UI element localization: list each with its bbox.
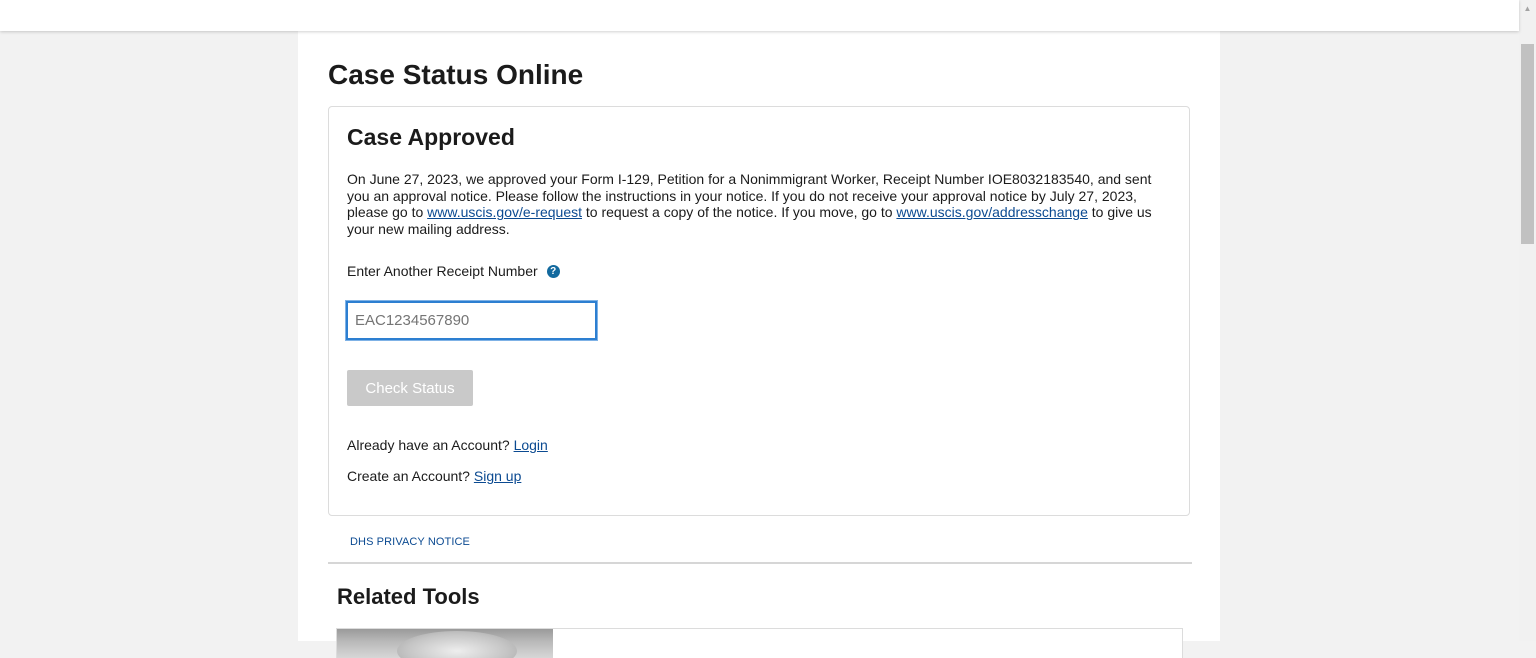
main-content: Case Status Online Case Approved On June… [298,31,1220,658]
login-link[interactable]: Login [514,437,548,453]
case-desc-text-2: to request a copy of the notice. If you … [582,204,897,221]
section-divider [328,562,1192,564]
receipt-number-label: Enter Another Receipt Number [347,263,538,279]
sign-up-link[interactable]: Sign up [474,468,521,484]
related-tool-image [337,629,553,658]
signup-prompt-line: Create an Account? Sign up [347,468,521,484]
check-status-button[interactable]: Check Status [347,370,473,406]
related-tools-title: Related Tools [337,584,480,609]
login-prompt-line: Already have an Account? Login [347,437,548,453]
signup-prompt-text: Create an Account? [347,468,474,484]
receipt-number-input[interactable] [346,301,597,340]
case-status-title: Case Approved [347,124,515,150]
receipt-number-label-row: Enter Another Receipt Number ? [347,263,560,279]
vertical-scrollbar[interactable]: ▲ [1519,0,1536,641]
page-title: Case Status Online [328,59,584,90]
address-change-link[interactable]: www.uscis.gov/addresschange [896,204,1087,220]
dhs-privacy-notice-link[interactable]: DHS PRIVACY NOTICE [350,536,470,548]
login-prompt-text: Already have an Account? [347,437,514,453]
e-request-link[interactable]: www.uscis.gov/e-request [427,204,582,220]
case-status-card: Case Approved On June 27, 2023, we appro… [328,106,1190,516]
scroll-up-arrow-icon[interactable]: ▲ [1519,0,1536,17]
question-circle-icon[interactable]: ? [546,264,560,278]
scrollbar-thumb[interactable] [1521,44,1534,244]
case-status-description: On June 27, 2023, we approved your Form … [347,171,1173,237]
related-tool-card[interactable] [336,628,1183,658]
top-bar [0,0,1519,31]
